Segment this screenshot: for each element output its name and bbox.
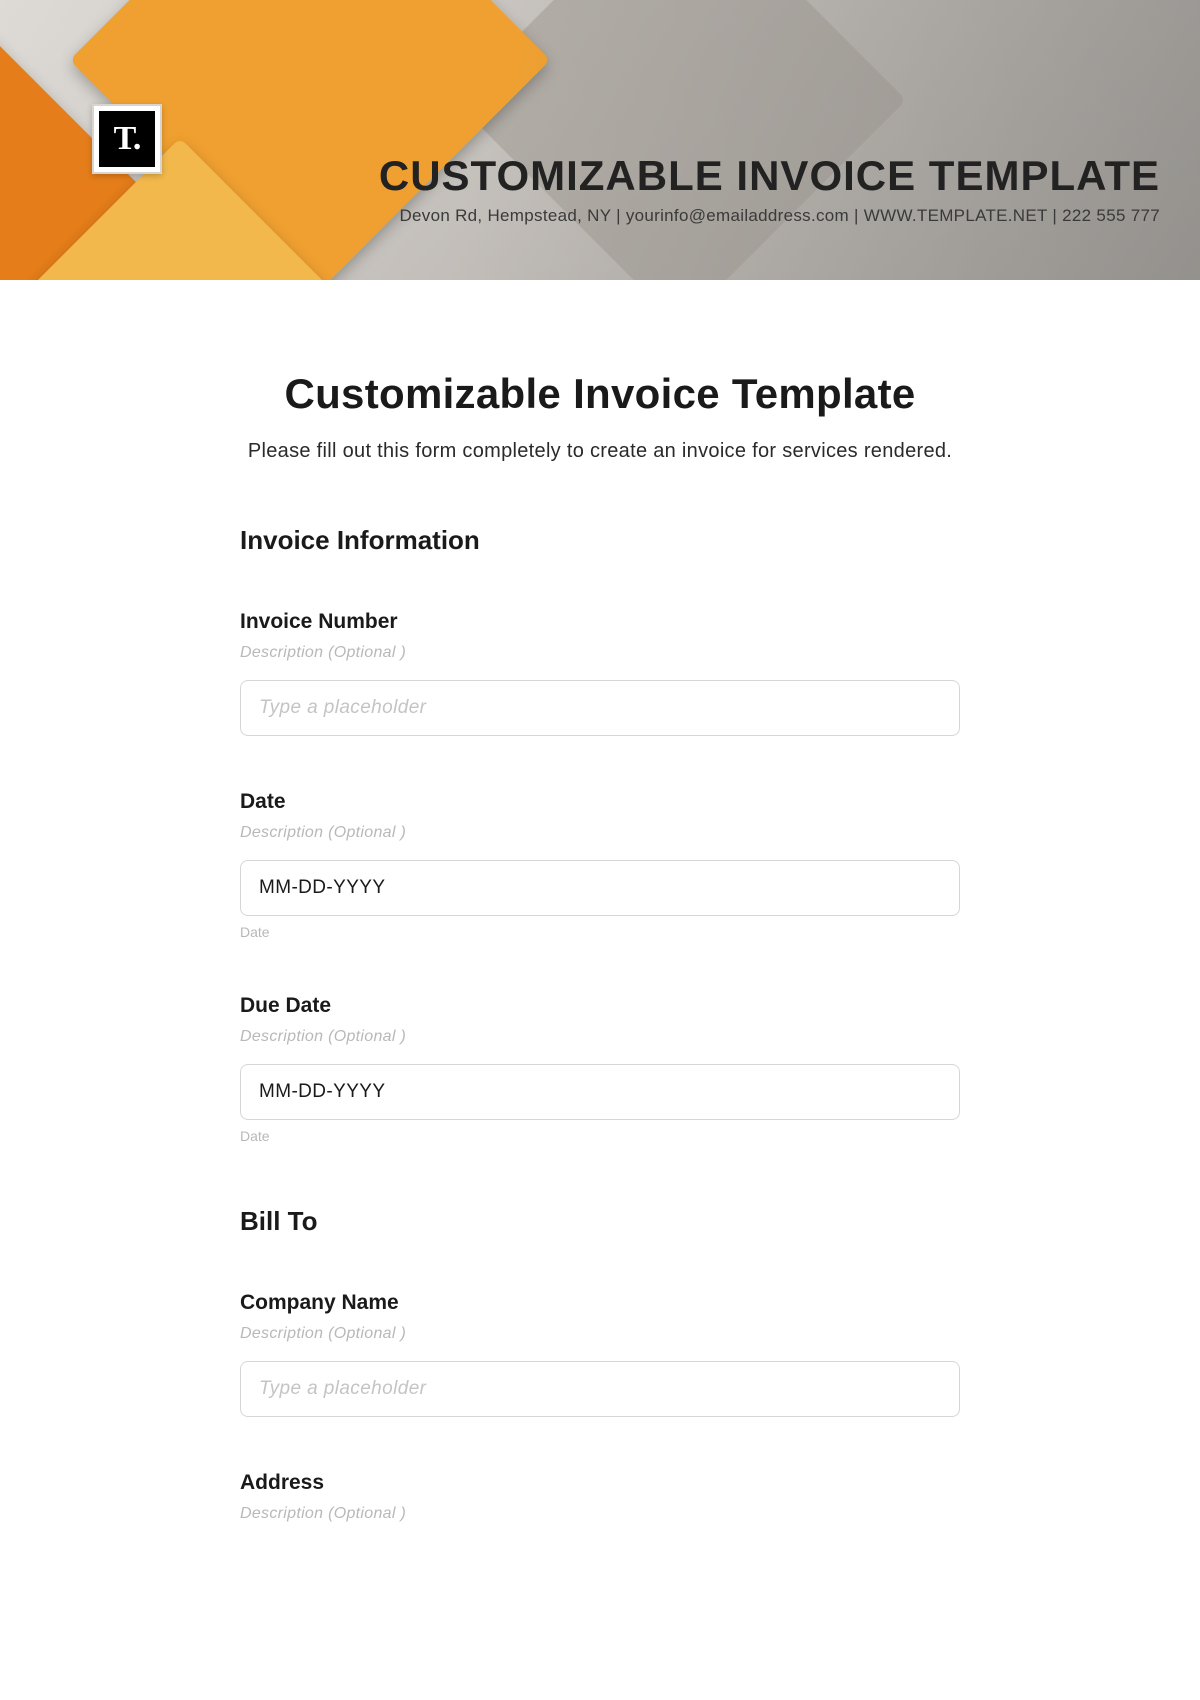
field-due-date: Due Date Description (Optional ) Date (240, 994, 960, 1144)
banner-overlay (0, 0, 1200, 280)
header-banner: T. CUSTOMIZABLE INVOICE TEMPLATE Devon R… (0, 0, 1200, 280)
date-desc: Description (Optional ) (240, 824, 960, 842)
due-date-hint: Date (240, 1128, 960, 1144)
due-date-label: Due Date (240, 994, 960, 1018)
page-subtitle: Please fill out this form completely to … (240, 440, 960, 463)
due-date-desc: Description (Optional ) (240, 1028, 960, 1046)
logo: T. (92, 104, 162, 174)
page-title: Customizable Invoice Template (240, 370, 960, 418)
invoice-number-desc: Description (Optional ) (240, 644, 960, 662)
banner-subline: Devon Rd, Hempstead, NY | yourinfo@email… (379, 206, 1160, 226)
date-hint: Date (240, 924, 960, 940)
address-label: Address (240, 1471, 960, 1495)
section-bill-to: Bill To (240, 1206, 960, 1237)
banner-text-block: CUSTOMIZABLE INVOICE TEMPLATE Devon Rd, … (379, 152, 1160, 226)
field-company-name: Company Name Description (Optional ) (240, 1291, 960, 1417)
field-date: Date Description (Optional ) Date (240, 790, 960, 940)
address-desc: Description (Optional ) (240, 1505, 960, 1523)
invoice-number-label: Invoice Number (240, 610, 960, 634)
section-invoice-information: Invoice Information (240, 525, 960, 556)
date-label: Date (240, 790, 960, 814)
banner-title: CUSTOMIZABLE INVOICE TEMPLATE (379, 152, 1160, 200)
company-name-label: Company Name (240, 1291, 960, 1315)
invoice-number-input[interactable] (240, 680, 960, 736)
field-address: Address Description (Optional ) (240, 1471, 960, 1523)
company-name-desc: Description (Optional ) (240, 1325, 960, 1343)
company-name-input[interactable] (240, 1361, 960, 1417)
date-input[interactable] (240, 860, 960, 916)
field-invoice-number: Invoice Number Description (Optional ) (240, 610, 960, 736)
form-content: Customizable Invoice Template Please fil… (140, 280, 1060, 1563)
logo-text: T. (99, 111, 155, 167)
due-date-input[interactable] (240, 1064, 960, 1120)
